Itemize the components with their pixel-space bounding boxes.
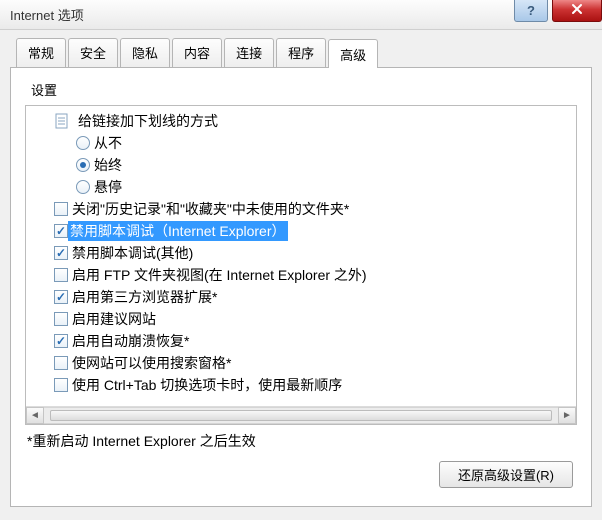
content-area: 常规 安全 隐私 内容 连接 程序 高级 设置 给链接加下划线的方式 从不始终 (0, 30, 602, 517)
settings-tree-viewport[interactable]: 给链接加下划线的方式 从不始终悬停 关闭"历史记录"和"收藏夹"中未使用的文件夹… (26, 106, 576, 406)
check-label: 关闭"历史记录"和"收藏夹"中未使用的文件夹* (68, 199, 349, 219)
tab-panel-advanced: 设置 给链接加下划线的方式 从不始终悬停 关闭"历史记录"和"收藏 (10, 67, 592, 507)
settings-tree: 给链接加下划线的方式 从不始终悬停 关闭"历史记录"和"收藏夹"中未使用的文件夹… (25, 105, 577, 425)
tab-label: 程序 (288, 46, 314, 61)
check-row[interactable]: 禁用脚本调试（Internet Explorer） (32, 220, 570, 242)
check-label: 启用第三方浏览器扩展* (68, 287, 217, 307)
check-label: 使网站可以使用搜索窗格* (68, 353, 231, 373)
window-title: Internet 选项 (10, 5, 84, 24)
radio-label: 悬停 (90, 177, 122, 197)
horizontal-scrollbar[interactable]: ◄ ► (26, 406, 576, 424)
check-row[interactable]: 使用 Ctrl+Tab 切换选项卡时，使用最新顺序 (32, 374, 570, 396)
check-label: 启用自动崩溃恢复* (68, 331, 189, 351)
check-row[interactable]: 关闭"历史记录"和"收藏夹"中未使用的文件夹* (32, 198, 570, 220)
check-label: 使用 Ctrl+Tab 切换选项卡时，使用最新顺序 (68, 375, 342, 395)
restore-row: 还原高级设置(R) (25, 461, 577, 488)
help-icon: ? (527, 3, 535, 18)
checkbox-icon (54, 378, 68, 392)
check-row[interactable]: 启用第三方浏览器扩展* (32, 286, 570, 308)
tree-header-underline: 给链接加下划线的方式 (32, 110, 570, 132)
close-icon (571, 3, 583, 18)
scroll-thumb[interactable] (50, 410, 552, 421)
tab-label: 连接 (236, 46, 262, 61)
close-button[interactable] (552, 0, 602, 22)
tab-2[interactable]: 隐私 (120, 38, 170, 67)
radio-icon (76, 136, 90, 150)
checkbox-icon (54, 246, 68, 260)
restore-advanced-button[interactable]: 还原高级设置(R) (439, 461, 573, 488)
check-row[interactable]: 禁用脚本调试(其他) (32, 242, 570, 264)
radio-row[interactable]: 始终 (32, 154, 570, 176)
tab-6[interactable]: 高级 (328, 39, 378, 68)
titlebar: Internet 选项 ? (0, 0, 602, 30)
radio-row[interactable]: 从不 (32, 132, 570, 154)
check-row[interactable]: 启用 FTP 文件夹视图(在 Internet Explorer 之外) (32, 264, 570, 286)
tab-3[interactable]: 内容 (172, 38, 222, 67)
tab-5[interactable]: 程序 (276, 38, 326, 67)
checkbox-icon (54, 290, 68, 304)
scroll-right-button[interactable]: ► (558, 407, 576, 424)
check-row[interactable]: 启用自动崩溃恢复* (32, 330, 570, 352)
tab-bar: 常规 安全 隐私 内容 连接 程序 高级 (10, 38, 592, 67)
document-icon (54, 113, 70, 129)
restart-footnote: *重新启动 Internet Explorer 之后生效 (27, 431, 577, 451)
checkbox-icon (54, 312, 68, 326)
tab-0[interactable]: 常规 (16, 38, 66, 67)
scroll-track[interactable] (44, 407, 558, 424)
tab-4[interactable]: 连接 (224, 38, 274, 67)
check-label: 禁用脚本调试(其他) (68, 243, 193, 263)
tab-label: 内容 (184, 46, 210, 61)
tree-header-label: 给链接加下划线的方式 (74, 111, 218, 131)
checkbox-icon (54, 268, 68, 282)
tab-label: 高级 (340, 48, 366, 63)
check-row[interactable]: 使网站可以使用搜索窗格* (32, 352, 570, 374)
check-row[interactable]: 启用建议网站 (32, 308, 570, 330)
checkbox-icon (54, 356, 68, 370)
tab-1[interactable]: 安全 (68, 38, 118, 67)
help-button[interactable]: ? (514, 0, 548, 22)
check-label: 禁用脚本调试（Internet Explorer） (68, 221, 288, 241)
tab-label: 常规 (28, 46, 54, 61)
radio-label: 从不 (90, 133, 122, 153)
radio-icon (76, 158, 90, 172)
checkbox-icon (54, 202, 68, 216)
radio-row[interactable]: 悬停 (32, 176, 570, 198)
group-label-settings: 设置 (31, 80, 577, 99)
scroll-left-button[interactable]: ◄ (26, 407, 44, 424)
checkbox-icon (54, 334, 68, 348)
tab-label: 隐私 (132, 46, 158, 61)
check-label: 启用建议网站 (68, 309, 156, 329)
radio-label: 始终 (90, 155, 122, 175)
radio-icon (76, 180, 90, 194)
checkbox-icon (54, 224, 68, 238)
tab-label: 安全 (80, 46, 106, 61)
check-label: 启用 FTP 文件夹视图(在 Internet Explorer 之外) (68, 265, 367, 285)
titlebar-buttons: ? (514, 0, 602, 22)
